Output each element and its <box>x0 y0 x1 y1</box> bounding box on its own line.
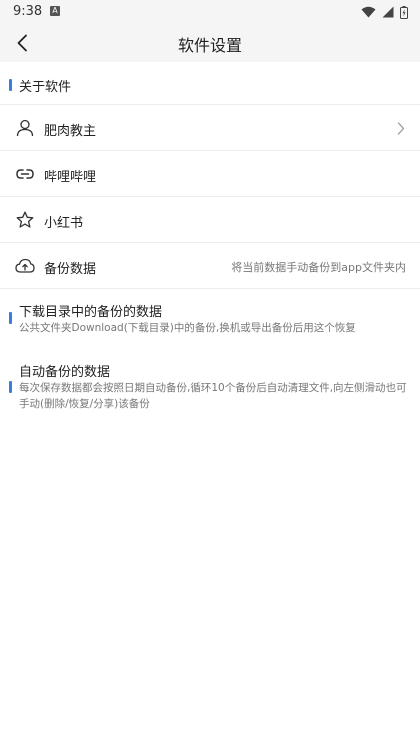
section-title: 关于软件 <box>19 80 72 95</box>
notification-icon: A <box>50 6 60 16</box>
cloud-upload-icon <box>15 256 35 276</box>
status-icons <box>361 5 408 19</box>
menu-item-xiaohongshu[interactable]: 小红书 <box>0 197 420 243</box>
link-icon <box>15 164 35 184</box>
signal-icon <box>382 6 394 18</box>
accent-bar <box>9 381 12 393</box>
app-bar: 软件设置 <box>0 24 420 62</box>
menu-item-backup[interactable]: 备份数据 将当前数据手动备份到app文件夹内 <box>0 243 420 289</box>
info-description: 公共文件夹Download(下载目录)中的备份,换机或导出备份后用这个恢复 <box>19 322 356 334</box>
chevron-right-icon <box>394 120 408 136</box>
status-bar: 9:38 A <box>0 0 420 24</box>
menu-item-hint: 将当前数据手动备份到app文件夹内 <box>231 261 406 274</box>
user-icon <box>15 118 35 138</box>
page-title: 软件设置 <box>177 36 242 55</box>
info-description: 每次保存数据都会按照日期自动备份,循环10个备份后自动清理文件,向左侧滑动也可手… <box>19 382 407 410</box>
menu-item-label: 小红书 <box>44 216 84 231</box>
section-header-about: 关于软件 <box>0 63 420 105</box>
menu-item-label: 哔哩哔哩 <box>44 170 97 185</box>
info-title: 下载目录中的备份的数据 <box>19 305 163 320</box>
star-icon <box>15 210 35 230</box>
wifi-icon <box>361 6 376 18</box>
menu-item-author[interactable]: 肥肉教主 <box>0 105 420 151</box>
status-time: 9:38 <box>13 4 43 19</box>
accent-bar <box>9 312 12 324</box>
menu-item-label: 备份数据 <box>44 262 97 277</box>
menu-item-bilibili[interactable]: 哔哩哔哩 <box>0 151 420 197</box>
battery-icon <box>400 5 408 19</box>
menu-item-label: 肥肉教主 <box>44 124 97 139</box>
accent-bar <box>9 79 12 91</box>
info-title: 自动备份的数据 <box>19 365 111 380</box>
